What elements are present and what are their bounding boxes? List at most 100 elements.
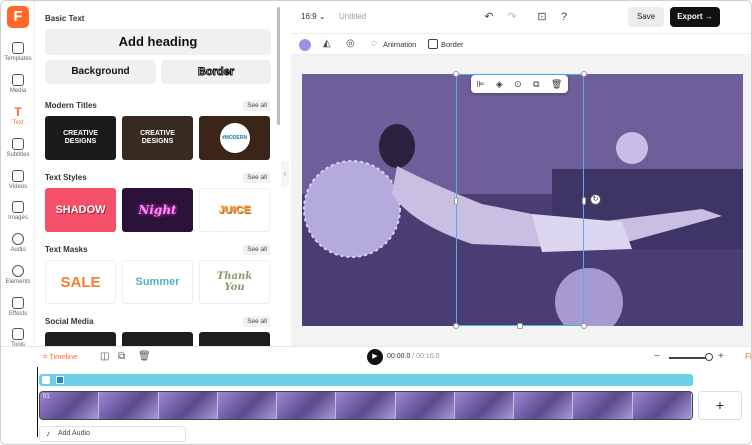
templates-icon — [12, 42, 24, 54]
text-mask-summer[interactable]: Summer — [122, 260, 193, 304]
animation-button[interactable]: Animation — [383, 40, 416, 49]
resize-handle-bottom[interactable] — [517, 323, 523, 329]
text-track-clip[interactable] — [39, 374, 693, 386]
modern-title-thumb-2[interactable]: CREATIVE DESIGNS — [122, 116, 193, 160]
background-button[interactable]: Background — [45, 60, 156, 84]
text-clip-icon — [42, 376, 50, 384]
time-display: 00:00.0 / 00:16.0 — [387, 353, 440, 360]
undo-icon[interactable]: ↶ — [482, 10, 496, 24]
text-mask-thank-you[interactable]: Thank You — [199, 260, 270, 304]
clip-frame — [514, 392, 574, 419]
text-style-juice[interactable]: JUICE — [199, 188, 270, 232]
zoom-slider-handle[interactable] — [705, 353, 713, 361]
text-styles-title: Text Styles — [45, 173, 87, 182]
rail-item-audio[interactable]: Audio — [1, 233, 35, 253]
zoom-out-icon[interactable]: − — [654, 351, 660, 362]
app-logo[interactable]: F — [7, 6, 29, 28]
timeline-header: ⌗ Timeline ◫ ⧉ 🗑 ▶ 00:00.0 / 00:16.0 − +… — [1, 346, 751, 366]
collapse-panel-handle[interactable]: ‹ — [281, 161, 289, 187]
arrow-right-icon: → — [704, 12, 713, 21]
add-clip-button[interactable]: + — [698, 391, 742, 420]
text-style-night[interactable]: Night — [122, 188, 193, 232]
lock-icon[interactable]: ⊙ — [514, 79, 522, 90]
border-text-button[interactable]: Border — [161, 60, 271, 84]
redo-icon[interactable]: ↷ — [505, 10, 519, 24]
resize-handle-right[interactable] — [582, 197, 586, 205]
layers-icon[interactable]: ◈ — [496, 79, 503, 90]
timeline-tab[interactable]: ⌗ Timeline — [43, 352, 77, 362]
text-masks-see-all[interactable]: See all — [243, 244, 271, 255]
export-button[interactable]: Export → — [670, 7, 720, 27]
modern-titles-title: Modern Titles — [45, 101, 97, 110]
rotate-icon[interactable]: ↻ — [590, 194, 601, 205]
modern-title-thumb-3[interactable]: #MODERN — [199, 116, 270, 160]
help-icon[interactable]: ? — [557, 10, 571, 24]
videos-icon — [12, 170, 24, 182]
rail-item-subtitles[interactable]: Subtitles — [1, 138, 35, 158]
clip-frame — [277, 392, 337, 419]
duplicate-icon[interactable]: ⧉ — [533, 79, 539, 90]
clip-frame — [99, 392, 159, 419]
resize-handle-br[interactable] — [581, 323, 587, 329]
images-icon — [12, 201, 24, 213]
rail-item-effects[interactable]: Effects — [1, 297, 35, 317]
clip-frame — [217, 392, 278, 419]
split-icon[interactable]: ◫ — [100, 351, 109, 362]
rail-item-templates[interactable]: Templates — [1, 42, 35, 62]
social-media-thumb-1[interactable] — [45, 332, 116, 346]
panel-scrollbar[interactable] — [277, 7, 280, 125]
modern-titles-see-all[interactable]: See all — [243, 100, 271, 111]
resize-handle-tr[interactable] — [581, 71, 587, 77]
rail-item-media[interactable]: Media — [1, 74, 35, 94]
screenshot-icon[interactable]: ⊡ — [535, 10, 549, 24]
color-picker[interactable] — [299, 39, 311, 51]
aspect-ratio-select[interactable]: 16:9 ⌄ — [301, 12, 326, 21]
social-media-see-all[interactable]: See all — [243, 316, 271, 327]
save-button[interactable]: Save — [628, 7, 664, 27]
clip-frame — [632, 392, 692, 419]
social-media-thumb-3[interactable] — [199, 332, 270, 346]
subtitles-icon — [12, 138, 24, 150]
fit-button[interactable]: Fi — [745, 352, 751, 361]
border-icon[interactable] — [428, 39, 438, 49]
add-audio-button[interactable]: ♪ Add Audio — [39, 426, 186, 442]
project-name[interactable]: Untitled — [339, 12, 366, 21]
add-heading-button[interactable]: Add heading — [45, 29, 271, 55]
play-button[interactable]: ▶ — [367, 349, 383, 365]
resize-handle-tl[interactable] — [453, 71, 459, 77]
playhead[interactable] — [37, 367, 38, 437]
text-mask-sale[interactable]: SALE — [45, 260, 116, 304]
rail-item-videos[interactable]: Videos — [1, 170, 35, 190]
rail-item-text[interactable]: T Text — [1, 106, 35, 126]
social-media-thumb-2[interactable] — [122, 332, 193, 346]
align-icon[interactable]: ⊫ — [477, 79, 485, 90]
border-button[interactable]: Border — [441, 40, 464, 49]
zoom-in-icon[interactable]: + — [718, 351, 724, 362]
selection-box[interactable] — [456, 74, 584, 326]
elements-icon — [12, 265, 24, 277]
rail-item-tools[interactable]: Tools — [1, 328, 35, 348]
clip-number: 01 — [43, 394, 50, 400]
rail-item-elements[interactable]: Elements — [1, 265, 35, 285]
duplicate-icon[interactable]: ⧉ — [118, 351, 125, 362]
resize-handle-bl[interactable] — [453, 323, 459, 329]
zoom-slider-track[interactable] — [669, 357, 709, 359]
resize-handle-left[interactable] — [454, 197, 458, 205]
rail-item-images[interactable]: Images — [1, 201, 35, 221]
text-styles-see-all[interactable]: See all — [243, 172, 271, 183]
social-media-title: Social Media — [45, 317, 94, 326]
effects-icon — [12, 297, 24, 309]
video-track-clip[interactable]: 01 — [39, 391, 693, 420]
text-style-shadow[interactable]: SHADOW — [45, 188, 116, 232]
flip-icon[interactable]: ◭ — [323, 38, 331, 49]
modern-title-thumb-1[interactable]: CREATIVE DESIGNS — [45, 116, 116, 160]
clip-frame — [158, 392, 218, 419]
chevron-left-icon: ‹ — [283, 169, 287, 178]
animation-icon[interactable]: ◌ — [371, 38, 377, 49]
trash-icon[interactable]: 🗑 — [551, 79, 562, 90]
top-bar: 16:9 ⌄ Untitled ↶ ↷ ⊡ ? Save Export → — [291, 1, 751, 33]
clip-frame — [573, 392, 633, 419]
layers-icon[interactable]: ◎ — [346, 38, 355, 49]
music-icon: ♪ — [46, 429, 50, 438]
trash-icon[interactable]: 🗑 — [138, 351, 151, 362]
